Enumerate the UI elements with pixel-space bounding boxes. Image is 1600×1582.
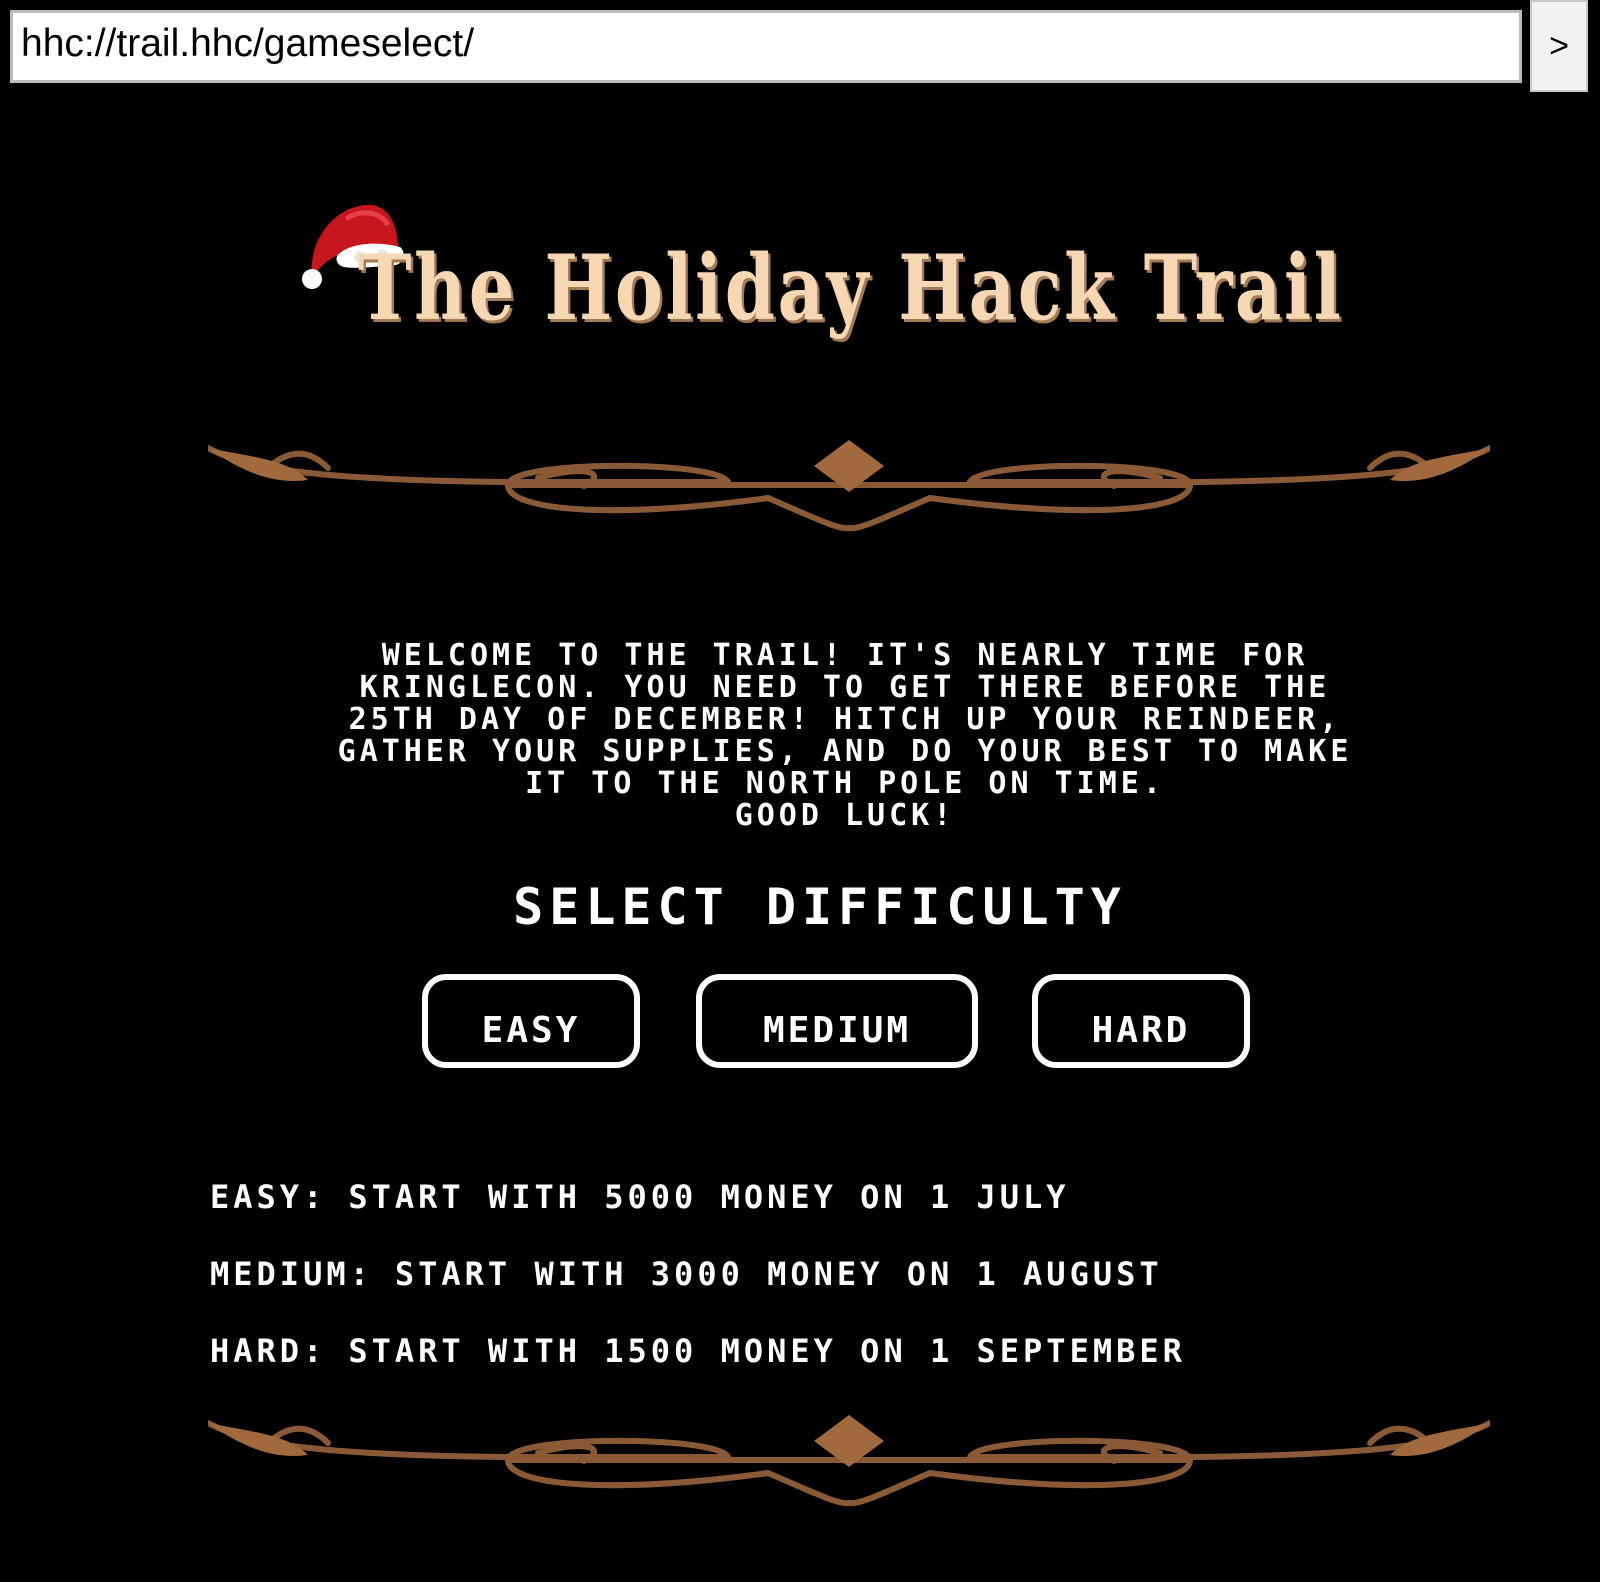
- intro-line: WELCOME TO THE TRAIL! IT'S NEARLY TIME F…: [381, 638, 1309, 673]
- ornamental-divider-bottom: [208, 1415, 1490, 1507]
- easy-description-text: START WITH 5000 MONEY ON 1 JULY: [348, 1178, 1070, 1216]
- intro-line: GATHER YOUR SUPPLIES, AND DO YOUR BEST T…: [337, 734, 1353, 769]
- game-title-banner: The Holiday Hack Trail: [300, 195, 1370, 345]
- intro-text: WELCOME TO THE TRAIL! IT'S NEARLY TIME F…: [205, 640, 1485, 832]
- intro-line: 25TH DAY OF DECEMBER! HITCH UP YOUR REIN…: [348, 702, 1342, 737]
- hard-description-label: HARD:: [210, 1332, 327, 1370]
- url-input[interactable]: hhc://trail.hhc/gameselect/: [10, 10, 1522, 83]
- medium-description-text: START WITH 3000 MONEY ON 1 AUGUST: [394, 1255, 1163, 1293]
- medium-button[interactable]: MEDIUM: [696, 974, 978, 1068]
- select-difficulty-heading: SELECT DIFFICULTY: [0, 878, 1600, 936]
- intro-line: KRINGLECON. YOU NEED TO GET THERE BEFORE…: [359, 670, 1331, 705]
- medium-description-label: MEDIUM:: [210, 1255, 373, 1293]
- easy-button[interactable]: EASY: [422, 974, 640, 1068]
- go-button[interactable]: >: [1530, 0, 1588, 92]
- easy-description: EASY: START WITH 5000 MONEY ON 1 JULY: [210, 1178, 1070, 1216]
- medium-description: MEDIUM: START WITH 3000 MONEY ON 1 AUGUST: [210, 1255, 1163, 1293]
- hard-description: HARD: START WITH 1500 MONEY ON 1 SEPTEMBE…: [210, 1332, 1186, 1370]
- intro-line: IT TO THE NORTH POLE ON TIME.: [525, 766, 1165, 801]
- select-difficulty-label: SELECT DIFFICULTY: [513, 878, 1127, 936]
- page-title: The Holiday Hack Trail: [358, 235, 1344, 341]
- hard-button[interactable]: HARD: [1032, 974, 1250, 1068]
- hard-description-text: START WITH 1500 MONEY ON 1 SEPTEMBER: [348, 1332, 1186, 1370]
- easy-description-label: EASY:: [210, 1178, 327, 1216]
- ornamental-divider-top: [208, 440, 1490, 532]
- intro-line: GOOD LUCK!: [734, 798, 956, 833]
